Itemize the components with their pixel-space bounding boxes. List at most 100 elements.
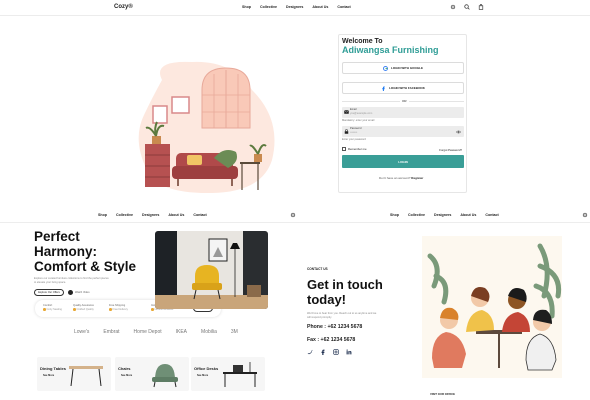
eye-icon[interactable] <box>456 130 461 134</box>
headline-line: Perfect <box>34 229 80 244</box>
nav-about[interactable]: About Us <box>168 213 184 217</box>
google-login-button[interactable]: LOGIN WITH GOOGLE <box>342 62 464 74</box>
brand-logo-item: Lowe's <box>74 329 90 335</box>
search-icon[interactable] <box>464 4 470 10</box>
email-value: you@example.com <box>350 112 373 115</box>
cart-icon[interactable] <box>478 4 484 10</box>
living-room-photo <box>155 231 268 309</box>
headline-line: Comfort & Style <box>34 259 137 274</box>
facebook-login-label: LOGIN WITH FACEBOOK <box>389 86 425 90</box>
nav-contact[interactable]: Contact <box>193 213 206 217</box>
office-desk-image <box>223 362 257 387</box>
watch-label: Watch Video <box>75 291 90 294</box>
feature-item: Free Shipping Free Delivery <box>109 304 128 311</box>
forgot-password-link[interactable]: Forgot Password? <box>439 148 462 152</box>
watch-video[interactable]: Watch Video <box>68 290 90 295</box>
brand-logo-item: 3M <box>230 329 238 335</box>
password-label: Password <box>350 127 362 130</box>
email-label: Email <box>350 108 357 111</box>
nav-collective[interactable]: Collective <box>408 213 425 217</box>
contact-us-label: CONTACT US <box>307 267 328 271</box>
chair-image <box>152 364 178 388</box>
feature-item: Comfort Cozy Seating <box>43 304 62 311</box>
facebook-icon <box>382 86 385 91</box>
feature-sub: Crafted Quality <box>76 308 94 311</box>
visit-office-label: VISIT OUR OFFICE <box>430 392 456 396</box>
password-field[interactable]: Password •••••••• <box>342 126 464 137</box>
landing-nav-left: Shop Collective Designers About Us Conta… <box>98 213 207 217</box>
nav-about[interactable]: About Us <box>460 213 476 217</box>
nav-collective[interactable]: Collective <box>260 5 277 9</box>
nav-contact[interactable]: Contact <box>485 213 498 217</box>
nav-collective[interactable]: Collective <box>116 213 133 217</box>
category-card-dining[interactable]: Dining Tables See More <box>37 357 111 391</box>
living-room-illustration <box>138 61 275 194</box>
mail-icon <box>343 110 349 114</box>
nav-designers[interactable]: Designers <box>142 213 159 217</box>
play-icon <box>68 290 73 295</box>
feature-title: Free Shipping <box>109 304 126 307</box>
password-help-text: Enter your password <box>342 138 366 141</box>
brand-logos: Lowe's Embrat Home Depot IKEA Mobilia 3M <box>74 329 238 335</box>
or-text: OR <box>400 99 409 103</box>
brand-heading: Adiwangsa Furnishing <box>342 45 439 55</box>
category-card-desks[interactable]: Office Desks See More <box>191 357 265 391</box>
nav-about[interactable]: About Us <box>312 5 328 9</box>
feature-item: Quality Assurance Crafted Quality <box>73 304 94 311</box>
category-name: Dining Tables <box>40 366 66 371</box>
category-name: Chairs <box>118 366 131 371</box>
brand-logo-item: Mobilia <box>201 329 217 335</box>
headline-line: today! <box>307 292 346 307</box>
nav-shop[interactable]: Shop <box>98 213 107 217</box>
see-more-link[interactable]: See More <box>43 374 54 377</box>
fax-number: Fax : +62 1234 5678 <box>307 337 356 343</box>
explore-button[interactable]: Explore Our Offers <box>34 289 64 296</box>
login-card: Welcome To Adiwangsa Furnishing LOGIN WI… <box>338 34 467 193</box>
headline-line: Harmony: <box>34 244 98 259</box>
nav-designers[interactable]: Designers <box>286 5 303 9</box>
top-navbar: Cozy® Shop Collective Designers About Us… <box>0 0 590 16</box>
email-field[interactable]: Email you@example.com <box>342 107 464 118</box>
contact-headline: Get in touch today! <box>307 277 402 307</box>
facebook-login-button[interactable]: LOGIN WITH FACEBOOK <box>342 82 464 94</box>
team-meeting-illustration <box>422 236 562 378</box>
category-card-chairs[interactable]: Chairs See More <box>115 357 189 391</box>
remember-label: Remember me <box>348 147 367 151</box>
hero-headline: Perfect Harmony: Comfort & Style <box>34 229 159 274</box>
brand-logo[interactable]: Cozy® <box>114 4 133 10</box>
login-button[interactable]: LOGIN <box>342 155 464 168</box>
signup-prompt: Don't have an account? Register <box>379 176 423 180</box>
phone-number: Phone : +62 1234 5678 <box>307 324 363 330</box>
twitter-icon[interactable] <box>307 349 313 355</box>
feature-sub: Cozy Seating <box>46 308 62 311</box>
feature-title: Quality Assurance <box>73 304 94 307</box>
password-value: •••••••• <box>350 131 358 134</box>
feature-title: Comfort <box>43 304 53 307</box>
register-link[interactable]: Register <box>411 176 423 180</box>
linkedin-icon[interactable] <box>346 349 352 355</box>
nav-designers[interactable]: Designers <box>434 213 451 217</box>
remember-checkbox[interactable] <box>342 147 346 151</box>
nav-contact[interactable]: Contact <box>337 5 350 9</box>
dining-table-image <box>69 366 103 387</box>
nav-shop[interactable]: Shop <box>242 5 251 9</box>
social-links <box>307 349 352 355</box>
nav-shop[interactable]: Shop <box>390 213 399 217</box>
see-more-link[interactable]: See More <box>121 374 132 377</box>
email-help-text: Mandatory: enter your email <box>342 119 375 122</box>
feature-sub: Free Delivery <box>112 308 128 311</box>
facebook-icon[interactable] <box>320 349 326 355</box>
settings-icon[interactable] <box>290 212 296 218</box>
nav-icons <box>450 4 484 10</box>
category-name: Office Desks <box>194 366 219 371</box>
contact-nav: Shop Collective Designers About Us Conta… <box>390 213 499 217</box>
signup-prefix: Don't have an account? <box>379 176 411 180</box>
settings-icon[interactable] <box>450 4 456 10</box>
remember-me[interactable]: Remember me <box>342 147 367 151</box>
see-more-link[interactable]: See More <box>197 374 208 377</box>
brand-logo-item: IKEA <box>175 329 188 335</box>
google-icon <box>383 65 388 71</box>
settings-icon[interactable] <box>582 212 588 218</box>
contact-description: We'd love to hear from you. Reach out to… <box>307 312 377 319</box>
instagram-icon[interactable] <box>333 349 339 355</box>
